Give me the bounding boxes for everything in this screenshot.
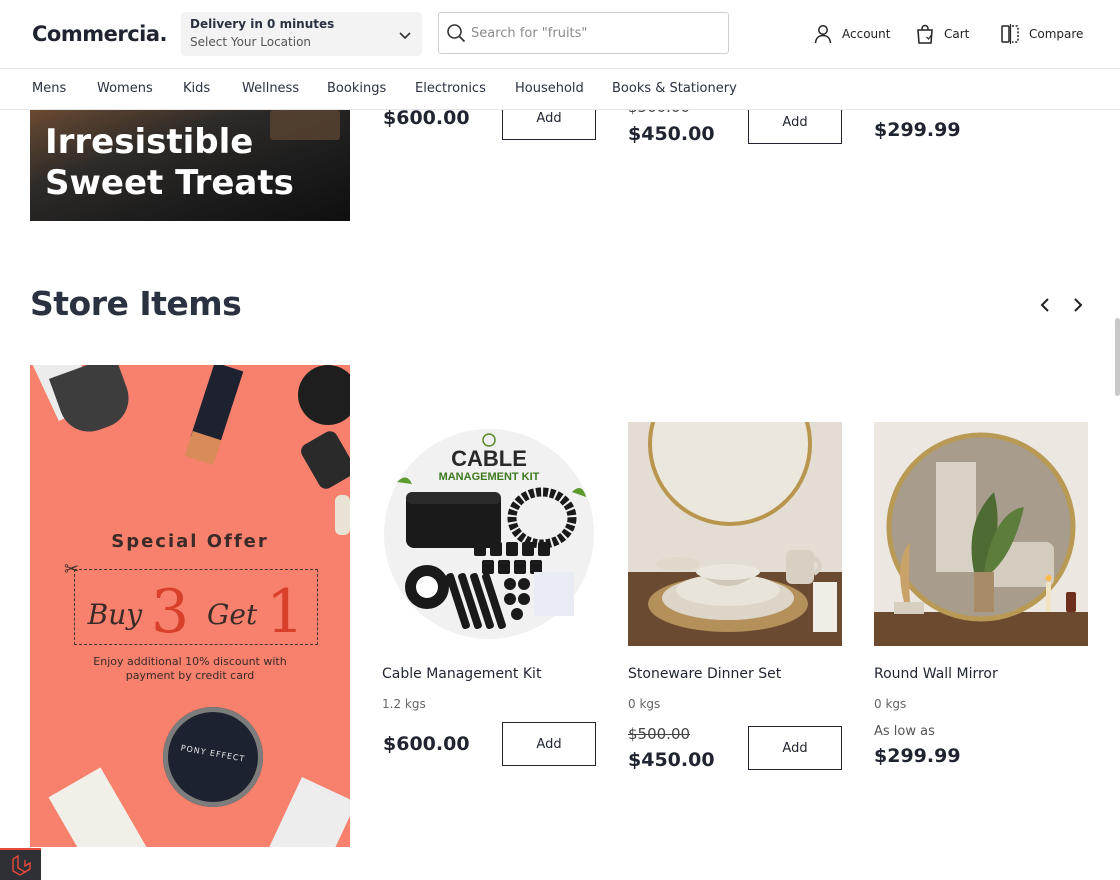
- compact-brand: PONY EFFECT: [180, 743, 246, 764]
- logo[interactable]: Commercia.: [32, 22, 168, 46]
- cosmetic-tube-image: [259, 777, 350, 847]
- account-label: Account: [842, 27, 891, 41]
- delivery-title: Delivery in 0 minutes: [190, 17, 335, 31]
- chevron-right-icon[interactable]: [1068, 295, 1088, 315]
- bottle-image: [298, 428, 350, 492]
- cart-label: Cart: [944, 27, 970, 41]
- product-image-cable-kit[interactable]: CABLE MANAGEMENT KIT: [382, 422, 596, 646]
- nav-item-wellness[interactable]: Wellness: [242, 81, 299, 96]
- laravel-icon: [11, 854, 31, 876]
- search-icon: [447, 24, 466, 43]
- compare-link[interactable]: Compare: [999, 22, 1083, 46]
- cosmetic-tube-image: [48, 767, 156, 847]
- product-price: $450.00: [628, 749, 715, 771]
- add-to-cart-button[interactable]: Add: [748, 726, 842, 770]
- bottle-image: [335, 495, 350, 535]
- search-box: [438, 12, 729, 54]
- page: Commercia. Delivery in 0 minutes Select …: [0, 0, 1120, 880]
- nav-item-electronics[interactable]: Electronics: [415, 81, 486, 96]
- bottle-image: [298, 365, 350, 425]
- special-offer-heading: Special Offer: [111, 531, 269, 552]
- product-price: $600.00: [383, 107, 470, 129]
- buy-label: Buy: [87, 598, 143, 631]
- nav-item-mens[interactable]: Mens: [32, 81, 66, 96]
- shopping-bag-icon: [917, 24, 933, 44]
- product-image-dinner-set[interactable]: [628, 422, 842, 646]
- location-selector[interactable]: Delivery in 0 minutes Select Your Locati…: [181, 12, 422, 56]
- original-price: $500.00: [628, 725, 691, 743]
- cart-link[interactable]: Cart: [914, 22, 969, 46]
- buy-number: 3: [151, 577, 190, 647]
- get-label: Get: [207, 598, 258, 631]
- offer-line-1: Enjoy additional 10% discount with: [93, 655, 287, 668]
- offer-line-2: payment by credit card: [125, 669, 255, 682]
- cosmetic-tube-image: [48, 365, 138, 441]
- product-name[interactable]: Round Wall Mirror: [874, 666, 998, 682]
- category-nav: Mens Womens Kids Wellness Bookings Elect…: [0, 69, 1120, 110]
- offer-description: Enjoy additional 10% discount with paymen…: [70, 655, 310, 683]
- image-title: CABLE: [451, 446, 527, 471]
- nav-item-books[interactable]: Books & Stationery: [612, 81, 737, 96]
- header: Commercia. Delivery in 0 minutes Select …: [0, 0, 1120, 69]
- product-weight: 0 kgs: [628, 697, 661, 711]
- compare-label: Compare: [1029, 27, 1084, 41]
- delivery-location: Select Your Location: [190, 35, 312, 49]
- get-number: 1: [266, 577, 305, 647]
- compare-icon: [1001, 24, 1019, 44]
- image-subtitle: MANAGEMENT KIT: [439, 471, 540, 483]
- account-link[interactable]: Account: [812, 22, 890, 46]
- product-price: $299.99: [874, 745, 961, 767]
- nav-item-kids[interactable]: Kids: [183, 81, 210, 96]
- user-icon: [814, 25, 832, 44]
- as-low-as-label: As low as: [874, 724, 935, 739]
- chevron-down-icon: [399, 32, 411, 40]
- page-scrollbar[interactable]: [1115, 318, 1120, 396]
- debugbar-toggle[interactable]: [0, 848, 41, 880]
- section-title: Store Items: [30, 284, 242, 323]
- add-to-cart-button[interactable]: Add: [502, 722, 596, 766]
- nav-item-womens[interactable]: Womens: [97, 81, 153, 96]
- product-price: $299.99: [874, 119, 961, 141]
- product-price: $600.00: [383, 733, 470, 755]
- compact-powder-image: PONY EFFECT: [163, 707, 263, 807]
- product-name[interactable]: Stoneware Dinner Set: [628, 666, 781, 682]
- chevron-left-icon[interactable]: [1035, 295, 1055, 315]
- search-input[interactable]: [471, 13, 721, 53]
- buy-get-offer: Buy 3 Get 1: [74, 577, 318, 647]
- product-weight: 1.2 kgs: [382, 697, 426, 711]
- banner-text: Irresistible Sweet Treats: [45, 122, 294, 203]
- nav-item-bookings[interactable]: Bookings: [327, 81, 386, 96]
- product-weight: 0 kgs: [874, 697, 907, 711]
- product-name[interactable]: Cable Management Kit: [382, 666, 541, 682]
- sweet-treats-banner[interactable]: Irresistible Sweet Treats: [30, 110, 350, 221]
- product-price: $450.00: [628, 123, 715, 145]
- product-image-wall-mirror[interactable]: [874, 422, 1088, 646]
- nav-item-household[interactable]: Household: [515, 81, 584, 96]
- special-offer-banner[interactable]: Special Offer ✂ Buy 3 Get 1 Enjoy additi…: [30, 365, 350, 847]
